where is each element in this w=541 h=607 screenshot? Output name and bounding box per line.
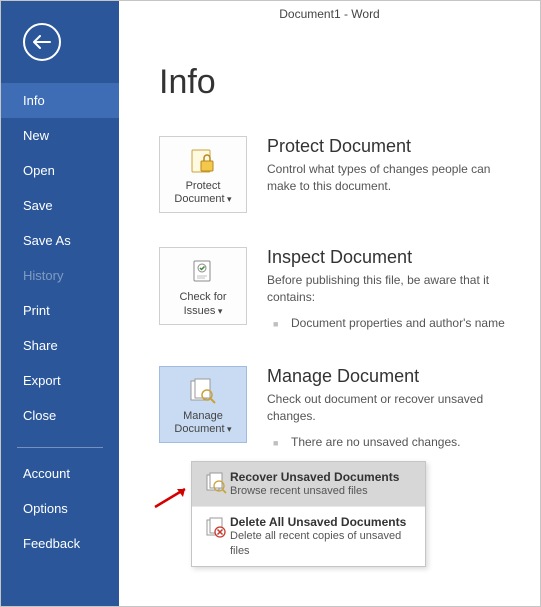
sidebar-item-account[interactable]: Account xyxy=(1,456,119,491)
heading-inspect: Inspect Document xyxy=(267,247,520,268)
page-title: Info xyxy=(159,63,520,102)
back-button[interactable] xyxy=(23,23,61,61)
manage-list-item: There are no unsaved changes. xyxy=(267,433,520,451)
sidebar-nav-bottom: Account Options Feedback xyxy=(1,456,119,561)
manage-list: There are no unsaved changes. xyxy=(267,433,520,451)
desc-inspect: Before publishing this file, be aware th… xyxy=(267,272,520,306)
menu-delete-title: Delete All Unsaved Documents xyxy=(230,515,415,529)
sidebar-item-save[interactable]: Save xyxy=(1,188,119,223)
tile-manage-label: Manage Document xyxy=(164,410,242,436)
menu-delete-desc: Delete all recent copies of unsaved file… xyxy=(230,529,415,558)
tile-manage-document[interactable]: Manage Document xyxy=(159,366,247,443)
delete-unsaved-icon xyxy=(202,515,230,539)
section-inspect: Check for Issues Inspect Document Before… xyxy=(159,247,520,332)
sidebar-item-options[interactable]: Options xyxy=(1,491,119,526)
window-title: Document1 - Word xyxy=(279,7,379,21)
section-protect: Protect Document Protect Document Contro… xyxy=(159,136,520,213)
lock-icon xyxy=(189,145,217,177)
tile-protect-document[interactable]: Protect Document xyxy=(159,136,247,213)
manage-document-dropdown: Recover Unsaved Documents Browse recent … xyxy=(191,461,426,567)
inspect-list: Document properties and author's name xyxy=(267,314,520,332)
sidebar-item-feedback[interactable]: Feedback xyxy=(1,526,119,561)
manage-document-icon xyxy=(188,375,218,407)
sidebar-item-export[interactable]: Export xyxy=(1,363,119,398)
recover-icon xyxy=(202,470,230,494)
sidebar-item-new[interactable]: New xyxy=(1,118,119,153)
inspect-icon xyxy=(189,256,217,288)
heading-manage: Manage Document xyxy=(267,366,520,387)
menu-recover-desc: Browse recent unsaved files xyxy=(230,484,415,498)
menu-delete-unsaved[interactable]: Delete All Unsaved Documents Delete all … xyxy=(192,506,425,566)
sidebar-divider xyxy=(17,447,103,448)
window-titlebar: Document1 - Word xyxy=(119,1,540,31)
tile-check-for-issues[interactable]: Check for Issues xyxy=(159,247,247,324)
section-manage: Manage Document Manage Document Check ou… xyxy=(159,366,520,451)
arrow-left-icon xyxy=(33,35,51,49)
desc-manage: Check out document or recover unsaved ch… xyxy=(267,391,520,425)
backstage-sidebar: Info New Open Save Save As History Print… xyxy=(1,1,119,606)
desc-protect: Control what types of changes people can… xyxy=(267,161,520,195)
sidebar-item-print[interactable]: Print xyxy=(1,293,119,328)
tile-inspect-label: Check for Issues xyxy=(164,291,242,317)
menu-recover-unsaved[interactable]: Recover Unsaved Documents Browse recent … xyxy=(192,462,425,506)
heading-protect: Protect Document xyxy=(267,136,520,157)
sidebar-item-close[interactable]: Close xyxy=(1,398,119,433)
sidebar-item-share[interactable]: Share xyxy=(1,328,119,363)
tile-protect-label: Protect Document xyxy=(164,180,242,206)
menu-recover-title: Recover Unsaved Documents xyxy=(230,470,415,484)
sidebar-item-history: History xyxy=(1,258,119,293)
sidebar-nav: Info New Open Save Save As History Print… xyxy=(1,83,119,433)
sidebar-item-saveas[interactable]: Save As xyxy=(1,223,119,258)
inspect-list-item: Document properties and author's name xyxy=(267,314,520,332)
sidebar-item-open[interactable]: Open xyxy=(1,153,119,188)
sidebar-item-info[interactable]: Info xyxy=(1,83,119,118)
